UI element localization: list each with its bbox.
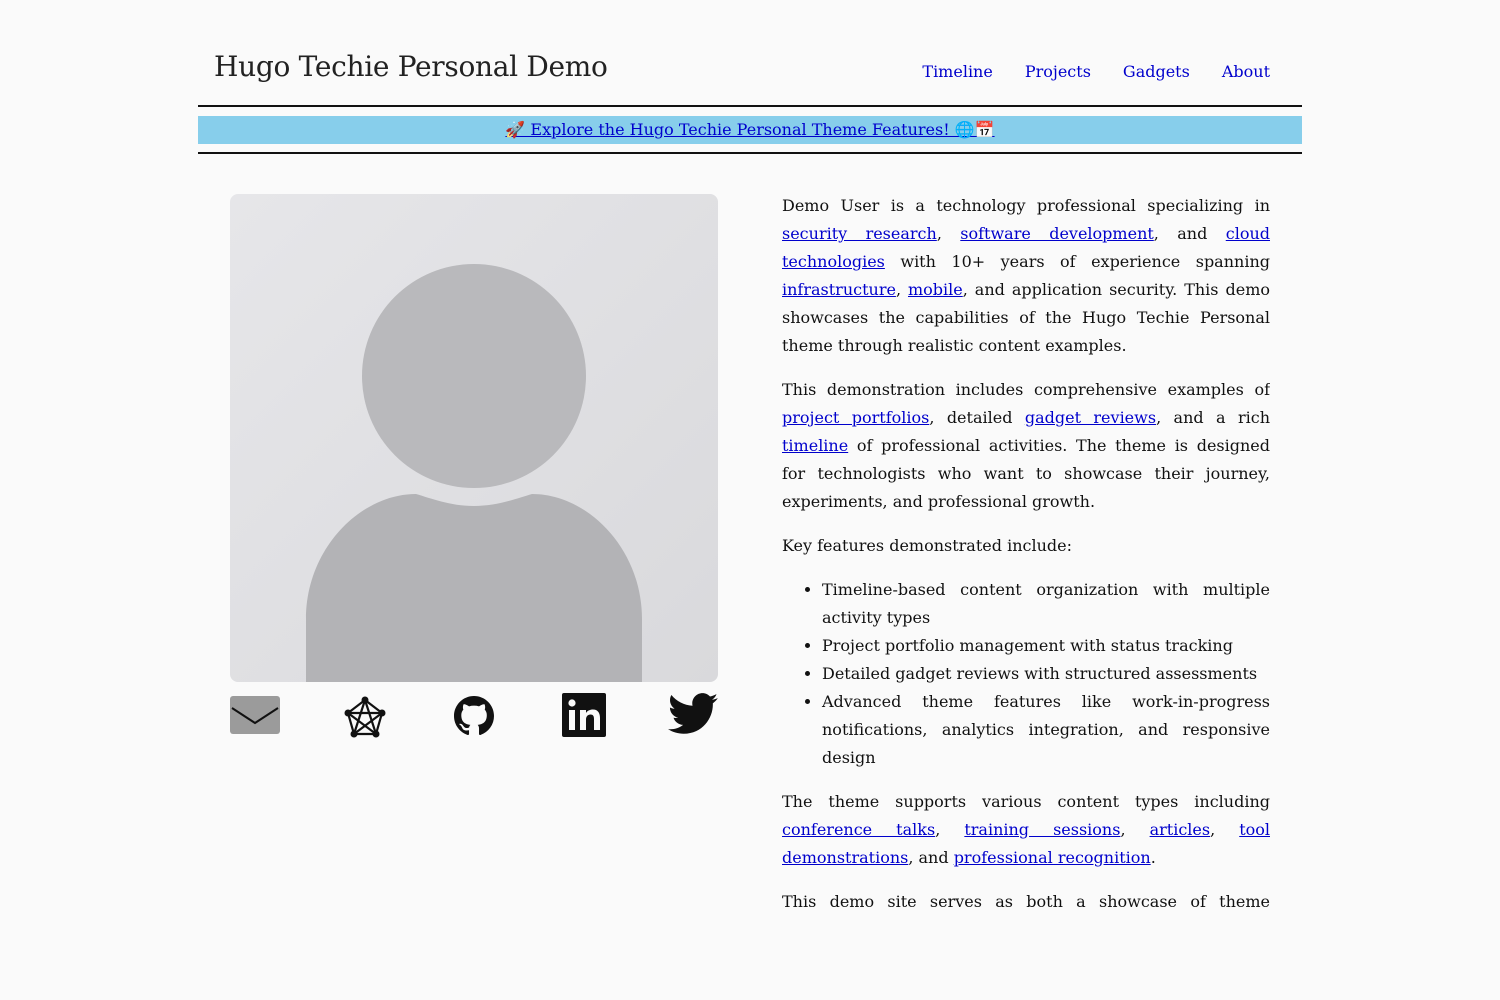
bio-paragraph-content-types: The theme supports various content types…: [782, 792, 1270, 867]
link-training-sessions[interactable]: training sessions: [964, 820, 1120, 839]
header-divider-top: [198, 105, 1302, 107]
linkedin-icon: [562, 693, 606, 737]
feature-banner-link[interactable]: 🚀 Explore the Hugo Techie Personal Theme…: [505, 120, 994, 139]
nav-about[interactable]: About: [1222, 62, 1270, 81]
link-professional-recognition[interactable]: professional recognition: [954, 848, 1151, 867]
fediverse-link[interactable]: [342, 696, 388, 746]
site-title[interactable]: Hugo Techie Personal Demo: [214, 50, 608, 83]
nav-timeline[interactable]: Timeline: [922, 62, 992, 81]
bio-content: Demo User is a technology professional s…: [782, 192, 1270, 914]
email-icon: [230, 696, 280, 734]
twitter-icon: [667, 693, 718, 734]
link-gadget-reviews[interactable]: gadget reviews: [1025, 408, 1156, 427]
main-nav: Timeline Projects Gadgets About: [922, 62, 1270, 81]
features-list: Timeline-based content organization with…: [782, 576, 1270, 772]
link-software-development[interactable]: software development: [960, 224, 1154, 243]
linkedin-link[interactable]: [562, 693, 606, 741]
bio-paragraph-features-intro: Key features demonstrated include:: [782, 536, 1072, 555]
list-item: Advanced theme features like work-in-pro…: [822, 688, 1270, 772]
link-project-portfolios[interactable]: project portfolios: [782, 408, 929, 427]
profile-avatar: [230, 194, 718, 682]
list-item: Project portfolio management with status…: [822, 632, 1270, 660]
bio-paragraph-intro: Demo User is a technology professional s…: [782, 196, 1270, 355]
bio-paragraph-demo: This demonstration includes comprehensiv…: [782, 380, 1270, 511]
feature-banner: 🚀 Explore the Hugo Techie Personal Theme…: [198, 116, 1302, 144]
link-infrastructure[interactable]: infrastructure: [782, 280, 896, 299]
list-item: Timeline-based content organization with…: [822, 576, 1270, 632]
fediverse-icon: [344, 696, 386, 738]
twitter-link[interactable]: [667, 693, 718, 739]
link-articles[interactable]: articles: [1150, 820, 1211, 839]
link-conference-talks[interactable]: conference talks: [782, 820, 935, 839]
nav-gadgets[interactable]: Gadgets: [1123, 62, 1190, 81]
github-link[interactable]: [454, 696, 494, 740]
person-silhouette-icon: [306, 264, 642, 682]
nav-projects[interactable]: Projects: [1025, 62, 1091, 81]
email-link[interactable]: [230, 696, 280, 738]
bio-paragraph-closing: This demo site serves as both a showcase…: [782, 892, 1270, 911]
link-timeline[interactable]: timeline: [782, 436, 848, 455]
header-divider-bottom: [198, 152, 1302, 154]
page: Hugo Techie Personal Demo Timeline Proje…: [0, 0, 1500, 1000]
github-icon: [454, 696, 494, 736]
social-links: [230, 690, 718, 740]
link-security-research[interactable]: security research: [782, 224, 937, 243]
link-mobile[interactable]: mobile: [908, 280, 963, 299]
list-item: Detailed gadget reviews with structured …: [822, 660, 1270, 688]
